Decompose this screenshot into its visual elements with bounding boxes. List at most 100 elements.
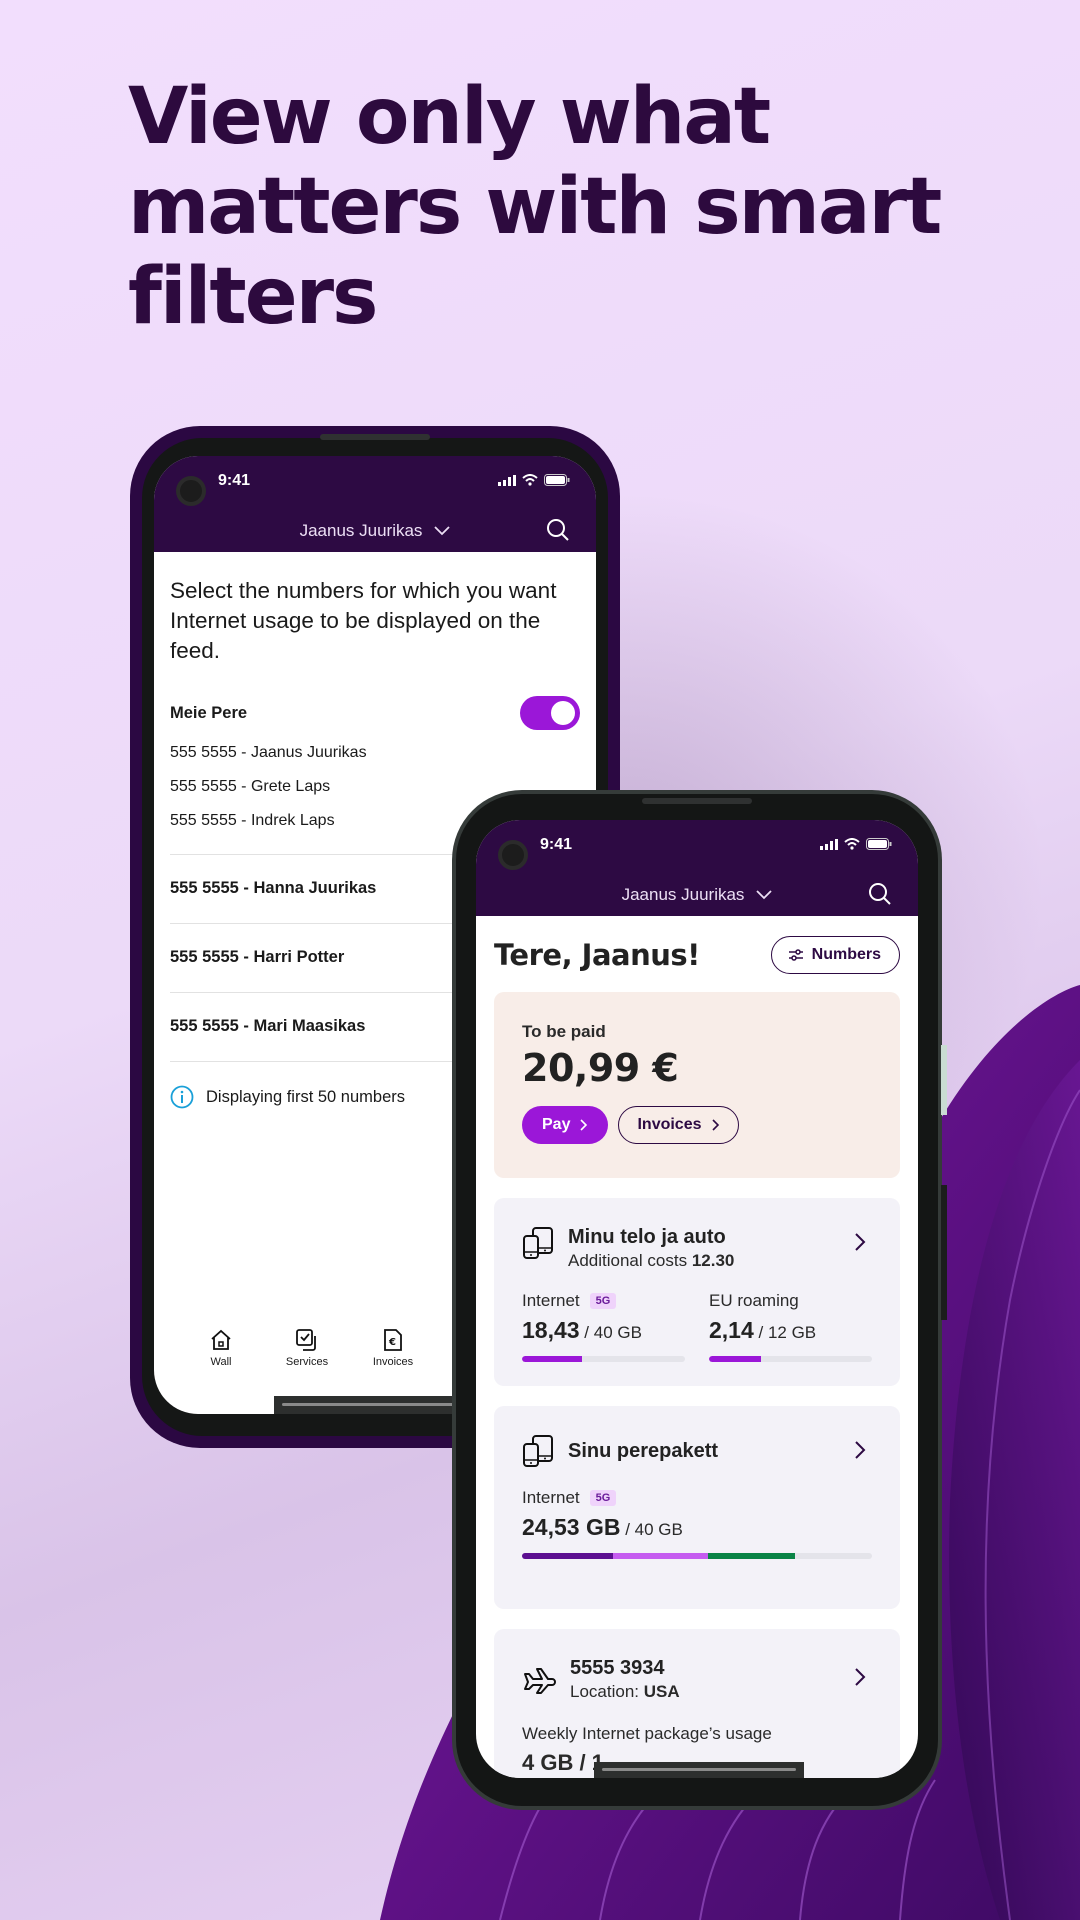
group-label: Meie Pere <box>170 703 248 722</box>
signal-icon <box>498 474 516 486</box>
usage-total: / 40 GB <box>625 1520 683 1539</box>
chevron-right-icon[interactable] <box>854 1440 866 1460</box>
headline: View only what matters with smart filter… <box>128 72 942 342</box>
usage-label: EU roaming <box>709 1291 872 1311</box>
toggle-knob <box>551 701 575 725</box>
service-title: Minu telo ja auto <box>568 1226 726 1248</box>
service-card[interactable]: 5555 3934 Location: USA Weekly Internet … <box>494 1629 900 1778</box>
home-icon <box>211 1329 231 1350</box>
invoices-button[interactable]: Invoices <box>618 1106 739 1144</box>
group-member: 555 5555 - Jaanus Juurikas <box>170 744 367 761</box>
service-card[interactable]: Minu telo ja auto Additional costs 12.30… <box>494 1198 900 1386</box>
usage-bar-segment <box>522 1553 613 1559</box>
usage-internet: Internet 5G 18,43 / 40 GB <box>522 1291 685 1362</box>
nav-item-wall[interactable]: Wall <box>178 1328 264 1388</box>
status-bar: 9:41 <box>476 820 918 874</box>
usage-label-text: EU roaming <box>709 1291 799 1310</box>
devices-icon <box>523 1435 553 1467</box>
wifi-icon <box>522 474 538 486</box>
app-bar: Jaanus Juurikas <box>154 510 596 552</box>
chevron-down-icon <box>434 526 451 536</box>
usage-label-text: Internet <box>522 1291 580 1310</box>
usage-bar-segment <box>613 1553 708 1559</box>
numbers-label: Numbers <box>811 946 881 963</box>
subtitle-value: 12.30 <box>691 1251 735 1270</box>
subtitle-value: USA <box>643 1682 680 1701</box>
account-selector[interactable]: Jaanus Juurikas <box>300 521 451 541</box>
svg-text:€: € <box>388 1337 396 1348</box>
service-text: 5555 3934 Location: USA <box>570 1657 680 1702</box>
usage-row: Internet 5G 18,43 / 40 GB EU roaming 2,14… <box>522 1291 872 1362</box>
usage-label: Internet 5G <box>522 1291 685 1311</box>
nav-item-services[interactable]: Services <box>264 1328 350 1388</box>
chevron-down-icon <box>756 890 773 900</box>
weekly-usage-label: Weekly Internet package’s usage <box>522 1724 772 1743</box>
usage-total: / 12 GB <box>758 1323 817 1342</box>
badge-5g: 5G <box>589 1293 617 1309</box>
nav-label: Wall <box>210 1356 232 1368</box>
battery-icon <box>544 474 570 486</box>
usage-used: 24,53 GB <box>522 1514 621 1540</box>
usage-label-text: Internet <box>522 1488 580 1507</box>
camera-icon <box>176 476 206 506</box>
home-indicator[interactable] <box>594 1762 804 1778</box>
account-selector[interactable]: Jaanus Juurikas <box>622 885 773 905</box>
chevron-right-icon <box>711 1119 719 1131</box>
wifi-icon <box>844 838 860 850</box>
services-icon <box>296 1329 316 1351</box>
numbers-filter-button[interactable]: Numbers <box>770 936 900 974</box>
pay-label: Pay <box>542 1116 571 1133</box>
status-icons <box>498 474 570 486</box>
phone-speaker <box>320 434 430 440</box>
home-indicator-line <box>602 1768 796 1771</box>
usage-roaming: EU roaming 2,14 / 12 GB <box>709 1291 872 1362</box>
service-subtitle: Additional costs 12.30 <box>568 1251 734 1271</box>
status-time: 9:41 <box>540 836 573 853</box>
service-card[interactable]: Sinu perepakett Internet 5G 24,53 GB / 40… <box>494 1406 900 1609</box>
usage-value: 24,53 GB / 40 GB <box>522 1514 872 1541</box>
usage-used: 2,14 <box>709 1317 754 1343</box>
usage-bar-segment <box>707 1553 795 1559</box>
account-name: Jaanus Juurikas <box>299 521 423 540</box>
group-toggle[interactable] <box>520 696 580 730</box>
nav-label: Invoices <box>372 1356 414 1368</box>
airplane-icon <box>524 1667 556 1694</box>
info-text: Displaying first 50 numbers <box>206 1087 405 1106</box>
badge-5g: 5G <box>589 1490 617 1506</box>
app-bar: Jaanus Juurikas <box>476 874 918 916</box>
filter-sliders-icon <box>788 949 803 961</box>
service-title: 5555 3934 <box>570 1657 665 1679</box>
usage-bar <box>522 1356 685 1362</box>
usage-bar-fill <box>522 1356 583 1362</box>
usage-used: 18,43 <box>522 1317 580 1343</box>
phone-speaker <box>642 798 752 804</box>
search-icon[interactable] <box>546 518 570 542</box>
invoice-icon: € <box>384 1329 402 1351</box>
service-title: Sinu perepakett <box>568 1439 719 1462</box>
camera-icon <box>498 840 528 870</box>
usage-label: Internet 5G <box>522 1488 872 1508</box>
signal-icon <box>820 838 838 850</box>
search-icon[interactable] <box>868 882 892 906</box>
pay-button[interactable]: Pay <box>522 1106 609 1144</box>
side-button <box>941 1185 947 1320</box>
nav-item-invoices[interactable]: € Invoices <box>350 1328 436 1388</box>
usage-total: / 40 GB <box>584 1323 642 1342</box>
invoices-label: Invoices <box>637 1116 702 1133</box>
battery-icon <box>866 838 892 850</box>
devices-icon <box>523 1227 553 1259</box>
usage-bar <box>709 1356 872 1362</box>
nav-label: Services <box>285 1356 329 1368</box>
service-header: Sinu perepakett <box>522 1434 872 1468</box>
greeting: Tere, Jaanus! <box>494 938 700 972</box>
payment-actions: Pay Invoices <box>522 1106 872 1144</box>
account-name: Jaanus Juurikas <box>621 885 745 904</box>
payment-card: To be paid 20,99 € Pay Invoices <box>494 992 900 1178</box>
service-subtitle: Location: USA <box>570 1682 680 1702</box>
chevron-right-icon[interactable] <box>854 1232 866 1252</box>
greeting-row: Tere, Jaanus! Numbers <box>494 936 900 974</box>
chevron-right-icon[interactable] <box>854 1667 866 1687</box>
payment-label: To be paid <box>522 1022 606 1041</box>
status-bar: 9:41 <box>154 456 596 510</box>
home-content: Tere, Jaanus! Numbers To be paid 20,99 €… <box>476 916 918 1778</box>
